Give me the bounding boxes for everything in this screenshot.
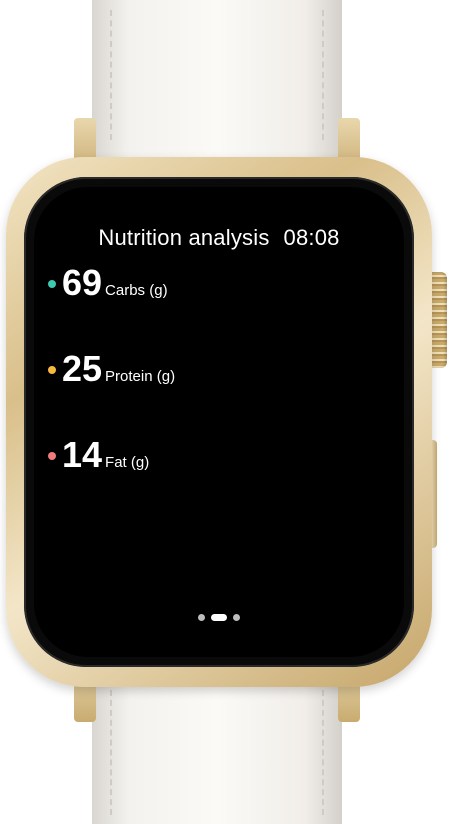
- band-stitch: [110, 690, 112, 815]
- carbs-dot-icon: [48, 280, 56, 288]
- page-title: Nutrition analysis: [98, 225, 270, 250]
- metric-protein[interactable]: 25 Protein (g): [48, 347, 175, 391]
- metric-carbs[interactable]: 69 Carbs (g): [48, 261, 168, 305]
- watch-band-bottom: [92, 665, 342, 824]
- screen-header: Nutrition analysis 08:08: [34, 225, 404, 251]
- band-stitch: [322, 10, 324, 140]
- metric-label: Carbs (g): [105, 281, 168, 299]
- metric-value: 14: [62, 434, 103, 475]
- watch-case: Nutrition analysis 08:08 69 Carbs (g) 25 …: [6, 157, 432, 687]
- page-dot[interactable]: [198, 614, 205, 621]
- metric-label: Fat (g): [105, 453, 150, 471]
- clock-time: 08:08: [283, 225, 340, 250]
- watch-device: Nutrition analysis 08:08 69 Carbs (g) 25 …: [0, 0, 456, 824]
- metric-fat[interactable]: 14 Fat (g): [48, 433, 149, 477]
- page-dot[interactable]: [211, 614, 227, 621]
- page-dot[interactable]: [233, 614, 240, 621]
- band-stitch: [110, 10, 112, 140]
- page-indicator[interactable]: [34, 614, 404, 621]
- metric-value: 25: [62, 348, 103, 389]
- watch-bezel: Nutrition analysis 08:08 69 Carbs (g) 25 …: [24, 177, 414, 667]
- watch-screen[interactable]: Nutrition analysis 08:08 69 Carbs (g) 25 …: [34, 187, 404, 657]
- protein-dot-icon: [48, 366, 56, 374]
- metric-value: 69: [62, 262, 103, 303]
- band-stitch: [322, 690, 324, 815]
- metric-label: Protein (g): [105, 367, 176, 385]
- fat-dot-icon: [48, 452, 56, 460]
- watch-band-top: [92, 0, 342, 165]
